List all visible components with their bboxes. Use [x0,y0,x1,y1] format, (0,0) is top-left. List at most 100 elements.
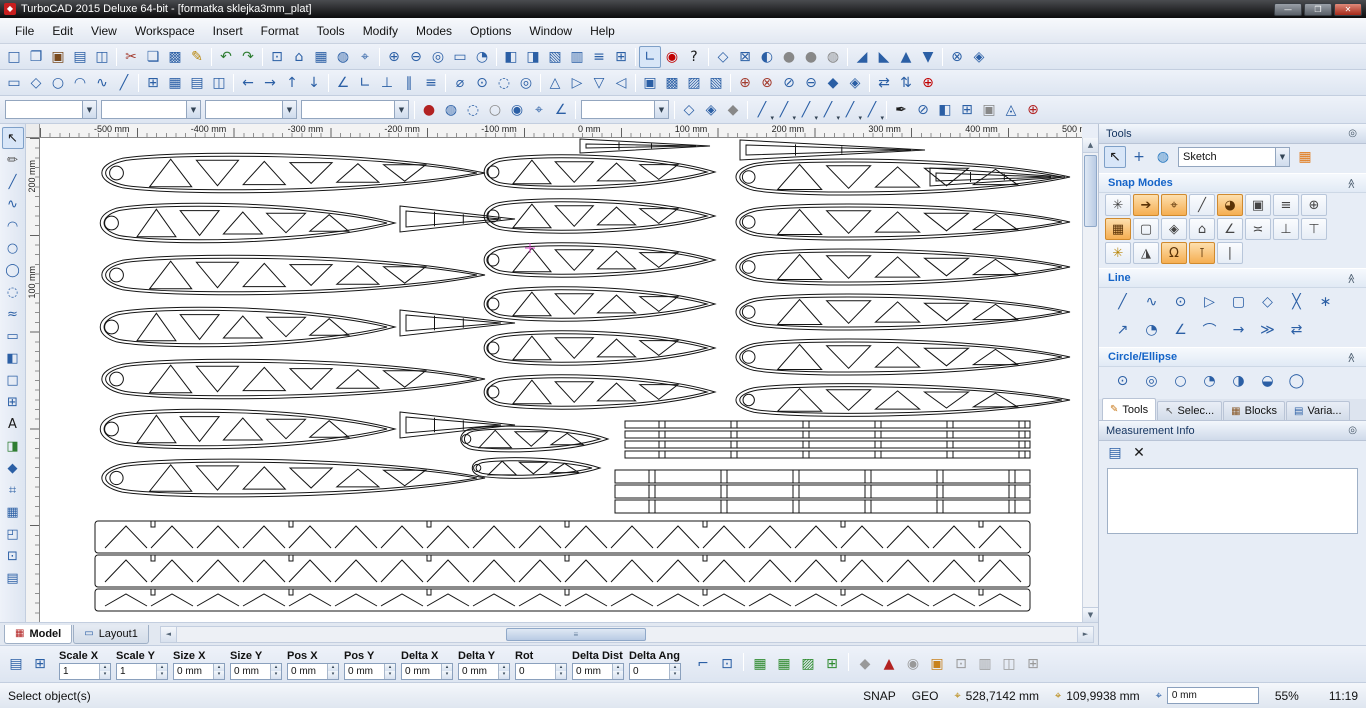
snap-toggle[interactable]: SNAP [863,689,896,703]
toolbar-icon[interactable]: ? [683,46,705,68]
toolbar-icon[interactable]: ▲ [878,653,900,675]
toolbar-icon[interactable]: ◧ [934,99,956,121]
spinner-up-icon[interactable]: ▴ [271,664,281,672]
toolbar-icon[interactable]: ⌖ [528,99,550,121]
toolbar-icon[interactable]: ∟ [354,72,376,94]
toolbar-icon[interactable]: ◌ [493,72,515,94]
line-style-button[interactable]: ╱▾ [817,99,839,121]
toolbar-icon[interactable]: ◒ [1253,371,1282,391]
toolbar-icon[interactable]: ◢ [851,46,873,68]
toolbar-icon[interactable]: ▧ [544,46,566,68]
spinner[interactable]: ▴▾ [612,664,623,679]
spinner-up-icon[interactable]: ▴ [499,664,509,672]
spinner-up-icon[interactable]: ▴ [556,664,566,672]
toolbar-icon[interactable]: ⊕ [1022,99,1044,121]
z-coordinate-field[interactable]: 0 mm [1167,687,1259,704]
toolbar-icon[interactable]: ▩ [661,72,683,94]
toolbar-icon[interactable]: ▨ [797,653,819,675]
toolbar-icon[interactable]: ∗ [1311,292,1340,312]
toolbar-icon[interactable]: ◫ [91,46,113,68]
toolbar-icon[interactable]: ◧ [500,46,522,68]
close-button[interactable]: ✕ [1334,3,1362,16]
drawing-canvas[interactable] [40,138,1082,622]
coord-field-size-y[interactable]: 0 mm▴▾ [230,663,282,680]
vertical-scrollbar[interactable]: ▲ ▼ [1082,138,1098,622]
menu-item[interactable]: Edit [43,21,82,41]
toolbar-icon[interactable]: ◇ [712,46,734,68]
toolbar-icon[interactable]: △ [544,72,566,94]
snap-mode-button[interactable]: ⊺ [1189,242,1215,264]
toolbar-icon[interactable]: ◍ [1152,146,1174,168]
toolbar-icon[interactable]: ✕ [1128,442,1150,464]
toolbar-icon[interactable]: ▦ [2,501,24,523]
coord-field-pos-y[interactable]: 0 mm▴▾ [344,663,396,680]
collapse-icon[interactable]: ≫ [1346,178,1357,188]
menu-item[interactable]: Help [581,21,624,41]
menu-item[interactable]: Modify [354,21,407,41]
coord-field-scale-y[interactable]: 1▴▾ [116,663,168,680]
toolbar-icon[interactable]: ▦ [773,653,795,675]
spinner[interactable]: ▴▾ [384,664,395,679]
toolbar-icon[interactable]: ◔ [1195,371,1224,391]
coord-field-rot[interactable]: 0▴▾ [515,663,567,680]
chevron-down-icon[interactable]: ▼ [282,101,296,118]
toolbar-icon[interactable]: ⊥ [376,72,398,94]
document-tab-layout1[interactable]: ▭Layout1 [73,625,149,644]
coord-field-size-x[interactable]: 0 mm▴▾ [173,663,225,680]
toolbar-icon[interactable]: ◣ [873,46,895,68]
toolbar-icon[interactable]: ◬ [1000,99,1022,121]
toolbar-icon[interactable]: ↑ [281,72,303,94]
toolbar-icon[interactable]: ∿ [1137,292,1166,312]
vertical-scroll-thumb[interactable] [1084,155,1097,227]
spinner-up-icon[interactable]: ▴ [613,664,623,672]
toolbar-icon[interactable]: ▲ [895,46,917,68]
toolbar-icon[interactable]: ◈ [968,46,990,68]
spinner[interactable]: ▴▾ [99,664,110,679]
toolbar-icon[interactable]: ▧ [705,72,727,94]
spinner[interactable]: ▴▾ [498,664,509,679]
toolbar-icon[interactable]: ⌖ [354,46,376,68]
toolbar-icon[interactable]: ∠ [550,99,572,121]
section-header-line[interactable]: Line ≫ [1099,268,1366,288]
section-header-snap-modes[interactable]: Snap Modes ≫ [1099,173,1366,193]
toolbar-icon[interactable]: ▤ [5,653,27,675]
toolbar-icon[interactable]: ∿ [2,193,24,215]
toolbar-icon[interactable]: ≡ [588,46,610,68]
toolbar-icon[interactable]: ❐ [25,46,47,68]
chevron-down-icon[interactable]: ▼ [654,101,668,118]
chevron-down-icon[interactable]: ▼ [82,101,96,118]
coord-field-scale-x[interactable]: 1▴▾ [59,663,111,680]
toolbar-icon[interactable]: ⊠ [734,46,756,68]
menu-item[interactable]: Insert [204,21,252,41]
toolbar-icon[interactable]: ◇ [25,72,47,94]
toolbar-icon[interactable]: ◎ [515,72,537,94]
toolbar-icon[interactable]: ↶ [215,46,237,68]
toolbar-icon[interactable]: ◨ [522,46,544,68]
snap-mode-button[interactable]: ╱ [1189,194,1215,216]
toolbar-dropdown[interactable]: ▼ [205,100,297,119]
spinner-up-icon[interactable]: ▴ [670,664,680,672]
snap-mode-button[interactable]: ▣ [1245,194,1271,216]
toolbar-icon[interactable]: ◫ [998,653,1020,675]
toolbar-icon[interactable]: ◆ [722,99,744,121]
toolbar-icon[interactable]: ● [800,46,822,68]
snap-mode-button[interactable]: ⌖ [1161,194,1187,216]
spinner-up-icon[interactable]: ▴ [100,664,110,672]
spinner-up-icon[interactable]: ▴ [328,664,338,672]
toolbar-icon[interactable]: ▤ [2,567,24,589]
line-style-button[interactable]: ╱▾ [861,99,883,121]
spinner[interactable]: ▴▾ [156,664,167,679]
toolbar-icon[interactable]: ⊘ [778,72,800,94]
toolbar-icon[interactable]: ◐ [756,46,778,68]
line-style-button[interactable]: ╱▾ [839,99,861,121]
toolbar-icon[interactable]: ╱ [113,72,135,94]
toolbar-icon[interactable]: ▣ [926,653,948,675]
toolbar-icon[interactable]: □ [3,46,25,68]
spinner-down-icon[interactable]: ▾ [499,671,509,679]
toolbar-icon[interactable]: ▽ [588,72,610,94]
line-style-button[interactable]: ╱▾ [751,99,773,121]
spinner-down-icon[interactable]: ▾ [385,671,395,679]
spinner[interactable]: ▴▾ [669,664,680,679]
coord-field-delta-dist[interactable]: 0 mm▴▾ [572,663,624,680]
toolbar-icon[interactable]: ▣ [978,99,1000,121]
